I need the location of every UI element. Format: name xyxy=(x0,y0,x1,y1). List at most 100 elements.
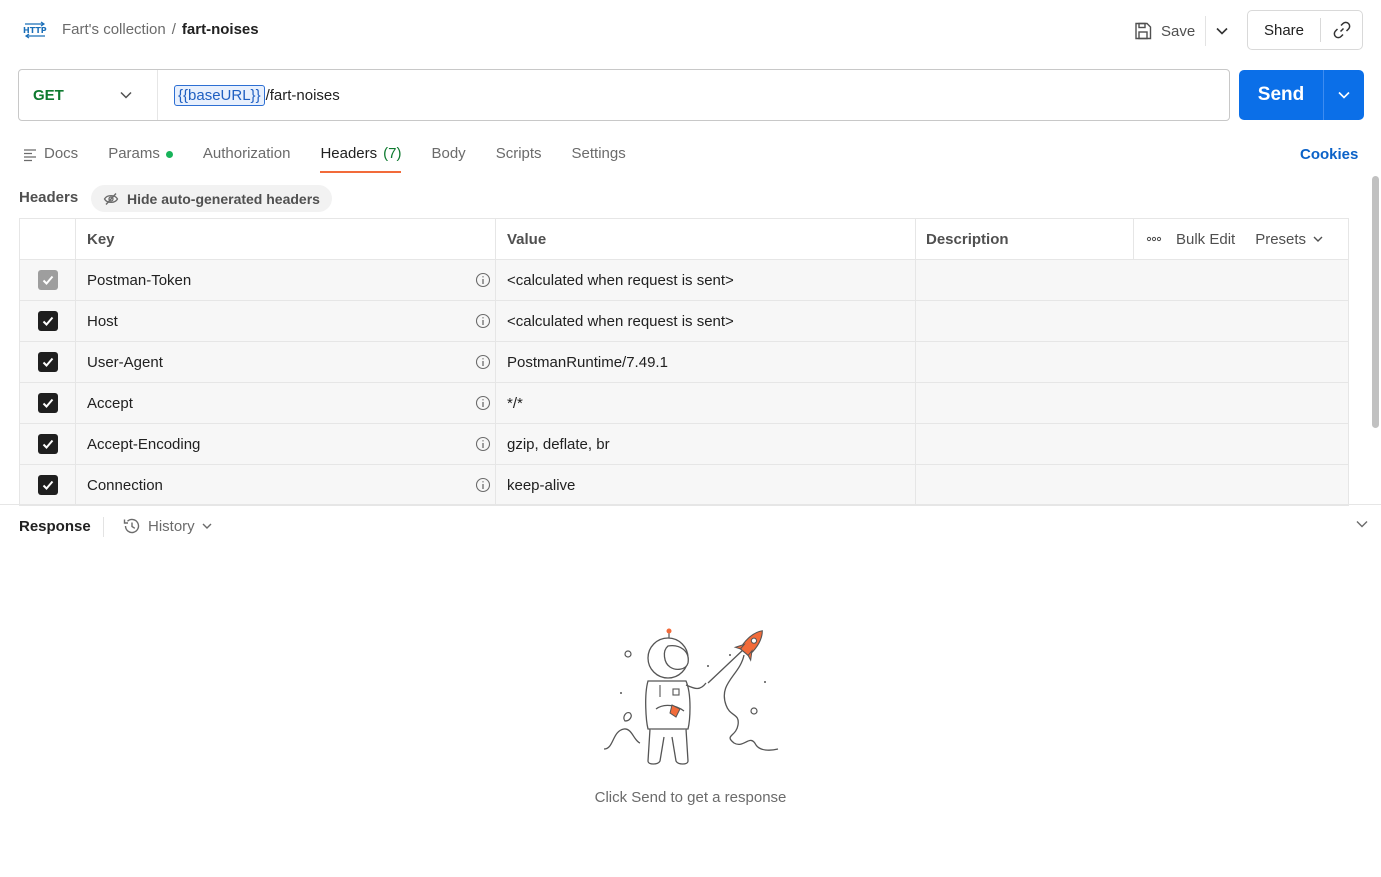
breadcrumb-separator: / xyxy=(171,21,176,38)
info-icon[interactable] xyxy=(475,313,491,329)
url-variable[interactable]: {{baseURL}} xyxy=(174,84,265,106)
checkmark-icon xyxy=(42,316,53,326)
url-path: /fart-noises xyxy=(265,86,340,104)
header-value[interactable]: keep-alive xyxy=(496,465,916,505)
link-icon xyxy=(1333,21,1350,39)
info-icon[interactable] xyxy=(475,395,491,411)
header-description[interactable] xyxy=(916,465,1348,505)
row-checkbox[interactable] xyxy=(37,393,58,413)
headers-section-title: Headers xyxy=(19,189,79,206)
header-key[interactable]: Accept xyxy=(87,395,133,412)
save-label: Save xyxy=(1161,22,1196,40)
info-icon[interactable] xyxy=(475,477,491,493)
svg-text:HTTP: HTTP xyxy=(23,26,47,35)
presets-dropdown[interactable]: Presets xyxy=(1255,231,1324,248)
row-checkbox[interactable] xyxy=(37,311,58,331)
vertical-scrollbar[interactable] xyxy=(1372,176,1379,428)
header-checkbox-column xyxy=(20,219,76,259)
tab-docs-label: Docs xyxy=(44,145,79,162)
share-button[interactable]: Share xyxy=(1248,22,1320,39)
table-row: Accept */* xyxy=(20,383,1348,424)
chevron-down-icon xyxy=(1338,91,1350,99)
send-dropdown-button[interactable] xyxy=(1324,88,1364,102)
http-icon: HTTP xyxy=(23,21,47,39)
header-description[interactable] xyxy=(916,260,1348,300)
response-bar: Response History xyxy=(0,504,1381,546)
headers-table: Key Value Description Bulk Edit Presets … xyxy=(19,218,1349,506)
chevron-down-icon xyxy=(202,523,212,529)
table-row: Postman-Token <calculated when request i… xyxy=(20,260,1348,301)
tab-params[interactable]: Params xyxy=(108,140,173,173)
header-description[interactable] xyxy=(916,301,1348,341)
history-dropdown[interactable]: History xyxy=(122,516,213,536)
url-input[interactable]: {{baseURL}}/fart-noises xyxy=(158,84,340,106)
top-bar: HTTP Fart's collection / fart-noises Save … xyxy=(0,0,1381,60)
method-label: GET xyxy=(33,86,64,104)
table-tools: Bulk Edit Presets xyxy=(1134,219,1348,259)
response-divider xyxy=(103,517,104,537)
breadcrumb-request[interactable]: fart-noises xyxy=(182,21,259,38)
row-checkbox[interactable] xyxy=(37,352,58,372)
cookies-link[interactable]: Cookies xyxy=(1300,146,1358,163)
table-row: Accept-Encoding gzip, deflate, br xyxy=(20,424,1348,465)
info-icon[interactable] xyxy=(475,272,491,288)
save-button[interactable]: Save xyxy=(1133,21,1203,41)
table-row: Host <calculated when request is sent> xyxy=(20,301,1348,342)
header-value[interactable]: */* xyxy=(496,383,916,423)
more-horizontal-icon[interactable] xyxy=(1146,236,1162,242)
history-label: History xyxy=(148,517,195,535)
header-value[interactable]: PostmanRuntime/7.49.1 xyxy=(496,342,916,382)
save-dropdown-button[interactable] xyxy=(1210,19,1234,43)
tab-authorization-label: Authorization xyxy=(202,145,291,162)
header-description[interactable] xyxy=(916,424,1348,464)
tab-docs[interactable]: Docs xyxy=(22,140,78,173)
response-title[interactable]: Response xyxy=(19,518,91,535)
hide-auto-headers-button[interactable]: Hide auto-generated headers xyxy=(91,185,332,212)
breadcrumb-collection[interactable]: Fart's collection xyxy=(62,21,166,38)
row-checkbox[interactable] xyxy=(37,475,58,495)
save-icon xyxy=(1135,22,1152,40)
tab-body[interactable]: Body xyxy=(431,140,465,173)
docs-icon xyxy=(24,149,36,162)
collapse-response-button[interactable] xyxy=(1355,517,1369,536)
column-header-description: Description xyxy=(916,219,1134,259)
header-description[interactable] xyxy=(916,342,1348,382)
tab-headers-count: (7) xyxy=(383,145,402,162)
header-key[interactable]: Accept-Encoding xyxy=(87,436,200,453)
chevron-down-icon xyxy=(1216,27,1228,35)
tab-authorization[interactable]: Authorization xyxy=(203,140,291,173)
history-icon xyxy=(123,518,140,534)
header-key[interactable]: Postman-Token xyxy=(87,272,191,289)
header-key[interactable]: Host xyxy=(87,313,118,330)
copy-link-button[interactable] xyxy=(1321,20,1362,40)
save-divider xyxy=(1205,16,1207,46)
info-icon[interactable] xyxy=(475,354,491,370)
astronaut-rocket-illustration xyxy=(603,628,779,765)
header-value[interactable]: <calculated when request is sent> xyxy=(496,260,916,300)
tab-scripts[interactable]: Scripts xyxy=(496,140,542,173)
column-header-value: Value xyxy=(496,219,916,259)
header-value[interactable]: <calculated when request is sent> xyxy=(496,301,916,341)
row-checkbox xyxy=(37,270,58,290)
presets-label: Presets xyxy=(1255,230,1307,248)
chevron-down-icon xyxy=(120,91,132,99)
tab-headers[interactable]: Headers (7) xyxy=(320,140,402,173)
params-indicator-dot xyxy=(165,151,173,158)
header-description[interactable] xyxy=(916,383,1348,423)
chevron-down-icon xyxy=(1313,236,1323,242)
tab-settings[interactable]: Settings xyxy=(572,140,626,173)
empty-response-message: Click Send to get a response xyxy=(594,789,787,806)
header-key[interactable]: Connection xyxy=(87,477,163,494)
header-value[interactable]: gzip, deflate, br xyxy=(496,424,916,464)
checkmark-icon xyxy=(42,480,53,490)
method-select[interactable]: GET xyxy=(19,70,158,120)
header-key[interactable]: User-Agent xyxy=(87,354,163,371)
send-group: Send xyxy=(1239,70,1364,120)
info-icon[interactable] xyxy=(475,436,491,452)
send-button[interactable]: Send xyxy=(1239,84,1323,106)
request-tabs: Docs Params Authorization Headers (7) Bo… xyxy=(22,140,656,174)
tab-params-label: Params xyxy=(108,145,160,162)
row-checkbox[interactable] xyxy=(37,434,58,454)
share-group: Share xyxy=(1247,10,1363,50)
bulk-edit-button[interactable]: Bulk Edit xyxy=(1176,231,1235,248)
